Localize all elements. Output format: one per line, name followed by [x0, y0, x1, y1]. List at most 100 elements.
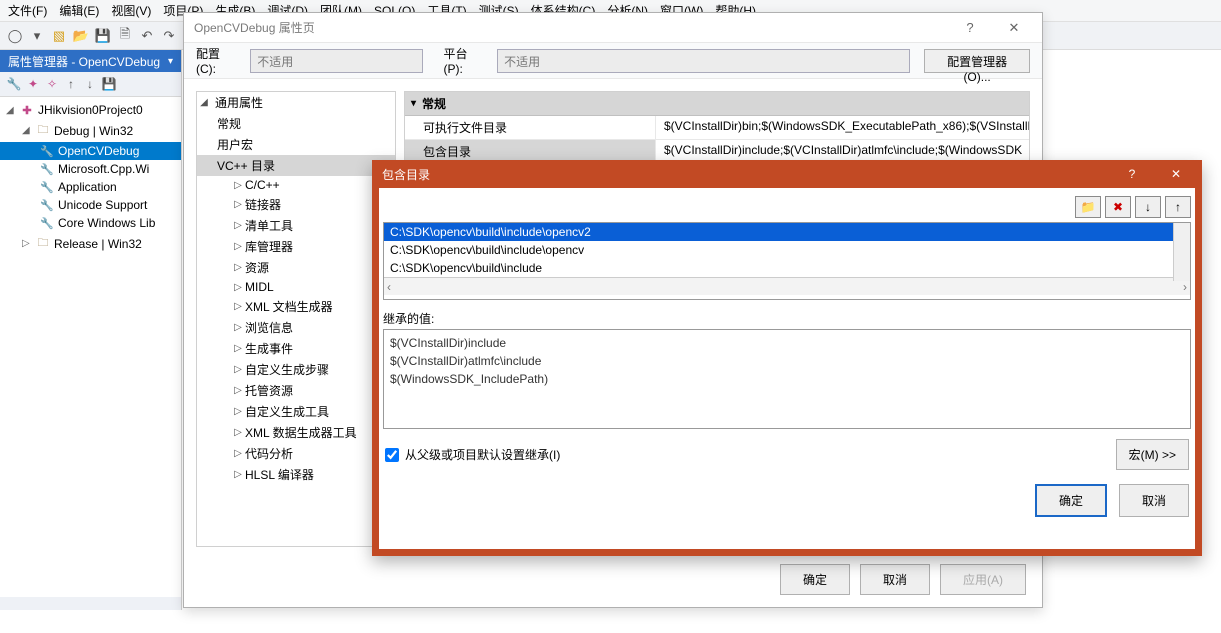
- wrench-icon: 🔧: [40, 217, 54, 230]
- new-project-icon[interactable]: ▧: [50, 27, 68, 45]
- panel-title-label: 属性管理器 - OpenCVDebug: [8, 53, 160, 70]
- tree-core-win[interactable]: 🔧Core Windows Lib: [0, 214, 181, 232]
- project-icon: ✚: [20, 104, 34, 117]
- cat-resources[interactable]: ▷资源: [197, 257, 395, 278]
- tree-config-debug[interactable]: ◢🗀Debug | Win32: [0, 119, 181, 142]
- dialog-titlebar[interactable]: OpenCVDebug 属性页 ? ✕: [184, 13, 1042, 43]
- macros-button[interactable]: 宏(M) >>: [1116, 439, 1189, 470]
- undo-icon[interactable]: ↶: [138, 27, 156, 45]
- delete-icon[interactable]: ✖: [1105, 196, 1131, 218]
- apply-button[interactable]: 应用(A): [940, 564, 1026, 595]
- grid-group-header[interactable]: ▾常规: [405, 92, 1029, 116]
- tree-project[interactable]: ◢✚JHikvision0Project0: [0, 101, 181, 119]
- list-item[interactable]: C:\SDK\opencv\build\include: [384, 259, 1190, 277]
- list-item[interactable]: C:\SDK\opencv\build\include\opencv: [384, 241, 1190, 259]
- tree-label: JHikvision0Project0: [38, 103, 143, 117]
- cat-general[interactable]: 常规: [197, 113, 395, 134]
- vertical-scrollbar[interactable]: [1173, 223, 1190, 281]
- save-sheet-icon[interactable]: 💾: [101, 76, 117, 92]
- cat-cpp[interactable]: ▷C/C++: [197, 176, 395, 194]
- config-manager-button[interactable]: 配置管理器(O)...: [924, 49, 1030, 73]
- close-icon[interactable]: ✕: [1154, 162, 1198, 186]
- horizontal-scrollbar[interactable]: ‹›: [384, 277, 1190, 295]
- grid-row-exec[interactable]: 可执行文件目录$(VCInstallDir)bin;$(WindowsSDK_E…: [405, 116, 1029, 140]
- cat-midl[interactable]: ▷MIDL: [197, 278, 395, 296]
- cat-usermacros[interactable]: 用户宏: [197, 134, 395, 155]
- cat-librarian[interactable]: ▷库管理器: [197, 236, 395, 257]
- tree-label: Unicode Support: [58, 198, 147, 212]
- close-icon[interactable]: ✕: [992, 14, 1036, 42]
- open-icon[interactable]: 📂: [72, 27, 90, 45]
- tree-opencvdebug[interactable]: 🔧OpenCVDebug: [0, 142, 181, 160]
- tree-label: Application: [58, 180, 117, 194]
- inherited-values-box: $(VCInstallDir)include $(VCInstallDir)at…: [383, 329, 1191, 429]
- project-tree: ◢✚JHikvision0Project0 ◢🗀Debug | Win32 🔧O…: [0, 97, 181, 597]
- platform-label: 平台(P):: [443, 45, 485, 76]
- move-up-icon[interactable]: ↑: [1165, 196, 1191, 218]
- cancel-button[interactable]: 取消: [860, 564, 930, 595]
- inherit-checkbox[interactable]: [385, 448, 399, 462]
- nav-back-icon[interactable]: ◯: [6, 27, 24, 45]
- save-icon[interactable]: 💾: [94, 27, 112, 45]
- cat-vcdirs[interactable]: VC++ 目录: [197, 155, 395, 176]
- scroll-left-icon[interactable]: ‹: [387, 280, 391, 294]
- cat-xmlgen[interactable]: ▷XML 数据生成器工具: [197, 422, 395, 443]
- move-down-icon[interactable]: ↓: [1135, 196, 1161, 218]
- new-line-icon[interactable]: 📁: [1075, 196, 1101, 218]
- cat-buildevents[interactable]: ▷生成事件: [197, 338, 395, 359]
- up-icon[interactable]: ↑: [63, 76, 79, 92]
- cat-managed[interactable]: ▷托管资源: [197, 380, 395, 401]
- config-label: 配置(C):: [196, 45, 238, 76]
- wrench-icon[interactable]: 🔧: [6, 76, 22, 92]
- grid-value[interactable]: $(VCInstallDir)bin;$(WindowsSDK_Executab…: [655, 116, 1029, 139]
- cat-browse[interactable]: ▷浏览信息: [197, 317, 395, 338]
- config-select[interactable]: 不适用: [250, 49, 423, 73]
- inherit-checkbox-row[interactable]: 从父级或项目默认设置继承(I): [385, 446, 560, 463]
- category-tree[interactable]: ◢通用属性 常规 用户宏 VC++ 目录 ▷C/C++ ▷链接器 ▷清单工具 ▷…: [196, 91, 396, 547]
- panel-toolbar: 🔧 ✦ ✧ ↑ ↓ 💾: [0, 72, 181, 97]
- config-bar: 配置(C): 不适用 平台(P): 不适用 配置管理器(O)...: [184, 43, 1042, 79]
- folder-icon: 🗀: [36, 234, 50, 253]
- inherited-item: $(VCInstallDir)atlmfc\include: [390, 352, 1184, 370]
- ok-button[interactable]: 确定: [780, 564, 850, 595]
- tree-label: Microsoft.Cpp.Wi: [58, 162, 149, 176]
- menu-file[interactable]: 文件(F): [4, 0, 51, 21]
- cat-hlsl[interactable]: ▷HLSL 编译器: [197, 464, 395, 485]
- chevron-down-icon: ▾: [411, 98, 416, 109]
- cat-custombuild[interactable]: ▷自定义生成步骤: [197, 359, 395, 380]
- cat-linker[interactable]: ▷链接器: [197, 194, 395, 215]
- redo-icon[interactable]: ↷: [160, 27, 178, 45]
- ok-button[interactable]: 确定: [1035, 484, 1107, 517]
- wrench-icon: 🔧: [40, 181, 54, 194]
- include-dirs-dialog: 包含目录 ? ✕ 📁 ✖ ↓ ↑ C:\SDK\opencv\build\inc…: [372, 160, 1202, 556]
- list-item[interactable]: C:\SDK\opencv\build\include\opencv2: [384, 223, 1190, 241]
- help-icon[interactable]: ?: [1110, 162, 1154, 186]
- platform-select[interactable]: 不适用: [497, 49, 910, 73]
- inherited-label: 继承的值:: [383, 310, 1191, 327]
- tree-application[interactable]: 🔧 Application: [0, 178, 181, 196]
- menu-edit[interactable]: 编辑(E): [55, 0, 103, 21]
- cat-manifest[interactable]: ▷清单工具: [197, 215, 395, 236]
- tree-unicode[interactable]: 🔧Unicode Support: [0, 196, 181, 214]
- add-sheet-icon[interactable]: ✦: [25, 76, 41, 92]
- tree-label: Release | Win32: [54, 237, 142, 251]
- down-icon[interactable]: ↓: [82, 76, 98, 92]
- add-existing-icon[interactable]: ✧: [44, 76, 60, 92]
- cat-common[interactable]: ◢通用属性: [197, 92, 395, 113]
- menu-view[interactable]: 视图(V): [107, 0, 155, 21]
- scroll-right-icon[interactable]: ›: [1183, 280, 1187, 294]
- save-all-icon[interactable]: 🗎: [116, 27, 134, 45]
- include-dialog-titlebar[interactable]: 包含目录 ? ✕: [372, 160, 1202, 188]
- include-toolbar: 📁 ✖ ↓ ↑: [379, 188, 1195, 222]
- inherited-item: $(VCInstallDir)include: [390, 334, 1184, 352]
- cat-codeanalysis[interactable]: ▷代码分析: [197, 443, 395, 464]
- help-icon[interactable]: ?: [948, 14, 992, 42]
- panel-dropdown-icon[interactable]: ▾: [168, 56, 173, 67]
- include-list[interactable]: C:\SDK\opencv\build\include\opencv2 C:\S…: [383, 222, 1191, 300]
- cancel-button[interactable]: 取消: [1119, 484, 1189, 517]
- tree-config-release[interactable]: ▷🗀Release | Win32: [0, 232, 181, 255]
- cat-customtool[interactable]: ▷自定义生成工具: [197, 401, 395, 422]
- cat-xmldoc[interactable]: ▷XML 文档生成器: [197, 296, 395, 317]
- tree-mscpp[interactable]: 🔧Microsoft.Cpp.Wi: [0, 160, 181, 178]
- nav-fwd-icon[interactable]: ▾: [28, 27, 46, 45]
